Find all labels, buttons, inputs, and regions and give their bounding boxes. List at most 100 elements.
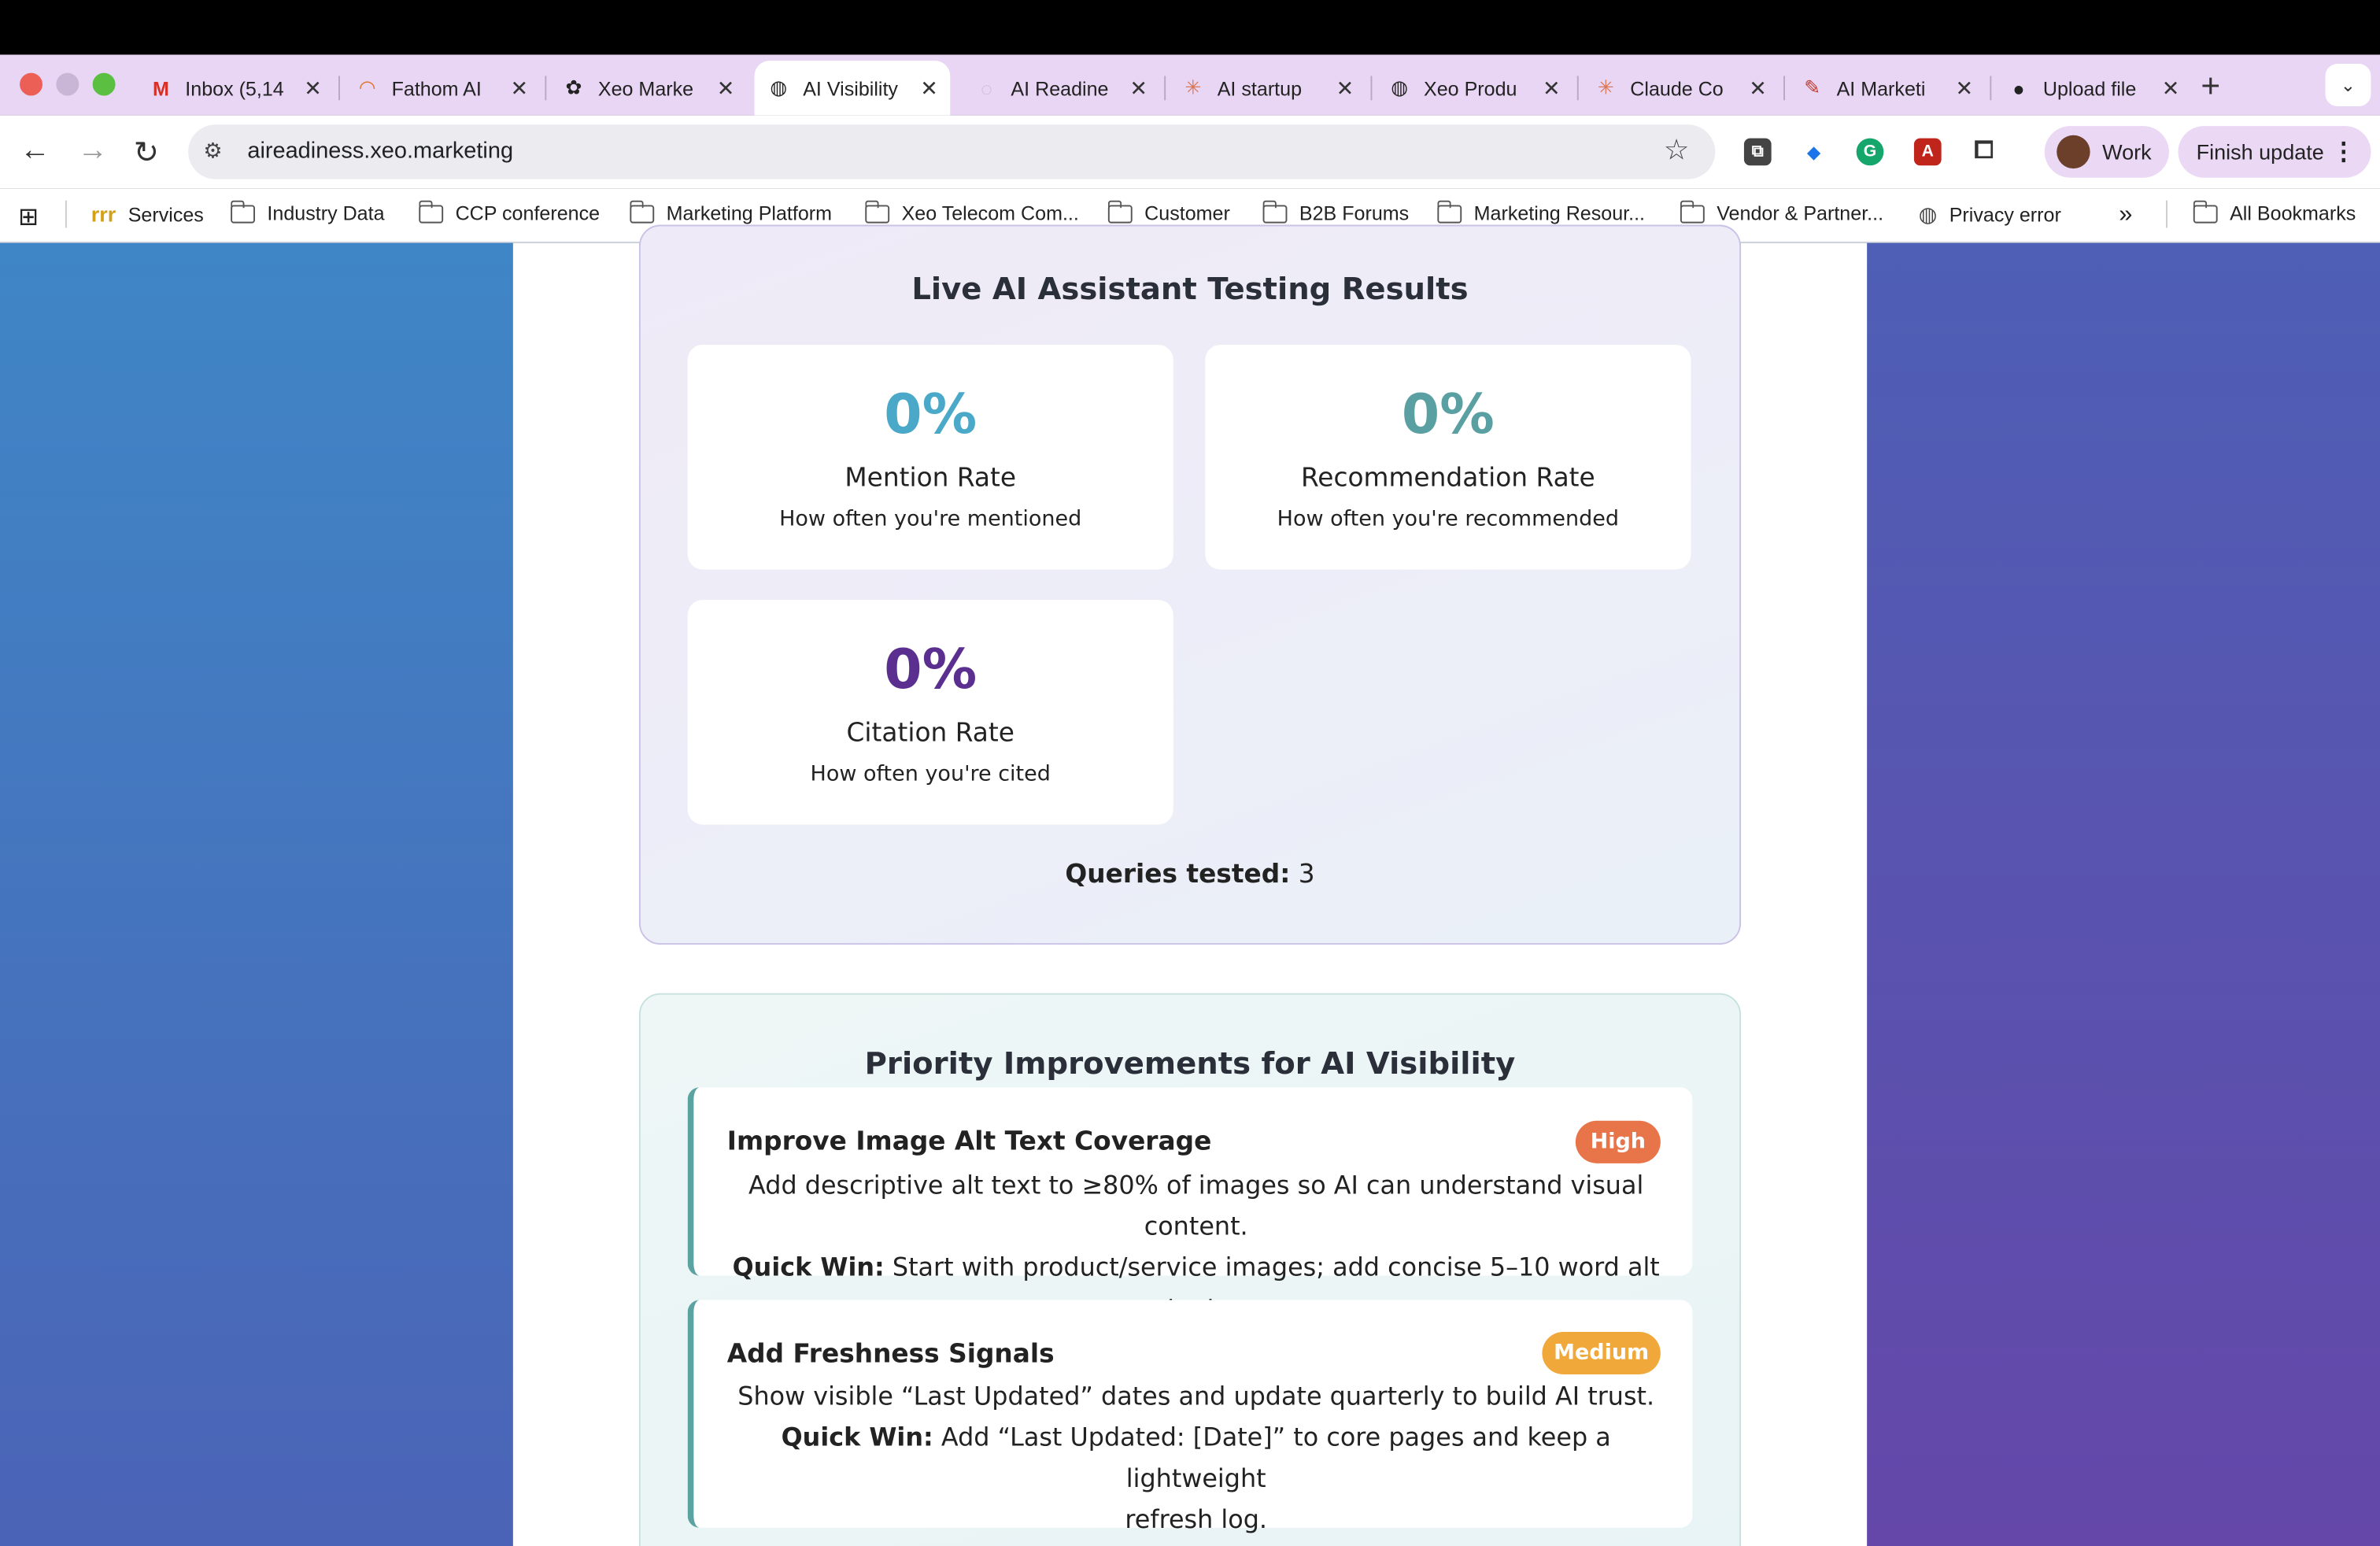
profile-button[interactable]: Work: [2044, 126, 2169, 178]
bookmarks-divider: [65, 200, 67, 228]
all-bookmarks-button[interactable]: All Bookmarks: [2192, 199, 2356, 225]
quick-win-text: Add “Last Updated: [Date]” to core pages…: [941, 1422, 1611, 1493]
close-tab-icon[interactable]: ✕: [1129, 75, 1148, 101]
priority-badge-high: High: [1575, 1120, 1661, 1163]
mention-rate-label: Mention Rate: [844, 463, 1017, 494]
improvement-description: Show visible “Last Updated” dates and up…: [730, 1376, 1662, 1540]
forward-button[interactable]: →: [77, 134, 108, 168]
folder-icon: [864, 199, 890, 223]
bookmark-services[interactable]: rrr Services: [91, 202, 204, 227]
globe-icon: ◍: [1918, 202, 1938, 227]
tab-separator: [545, 76, 547, 101]
close-tab-icon[interactable]: ✕: [511, 75, 529, 101]
recommendation-rate-label: Recommendation Rate: [1300, 463, 1595, 494]
tab-search-button[interactable]: ⌄: [2325, 64, 2371, 107]
improvement-item-freshness: Add Freshness Signals Medium Show visibl…: [687, 1300, 1693, 1534]
recommendation-rate-value: 0%: [1401, 384, 1495, 447]
close-tab-icon[interactable]: ✕: [1336, 75, 1354, 101]
improvement-item-alt-text: Improve Image Alt Text Coverage High Add…: [687, 1087, 1693, 1322]
back-button[interactable]: ←: [20, 134, 50, 168]
loading-icon: ◌: [981, 76, 993, 100]
close-tab-icon[interactable]: ✕: [1956, 75, 1974, 101]
recommendation-rate-card: 0% Recommendation Rate How often you're …: [1205, 344, 1691, 570]
url-text[interactable]: aireadiness.xeo.marketing: [247, 139, 513, 165]
tab-gmail[interactable]: M Inbox (5,14 ✕: [137, 64, 334, 113]
apps-grid-icon[interactable]: ⊞: [18, 202, 39, 233]
grammarly-icon[interactable]: G: [1856, 138, 1884, 166]
quick-win-label: Quick Win:: [732, 1252, 885, 1282]
tab-separator: [1164, 76, 1166, 101]
openai-icon: ✿: [565, 76, 582, 99]
site-info-icon[interactable]: ⚙: [203, 139, 222, 165]
tab-separator: [1370, 76, 1373, 101]
citation-rate-description: How often you're cited: [810, 762, 1051, 787]
claude-icon: ✳: [1184, 76, 1202, 99]
reload-button[interactable]: ↻: [134, 134, 159, 172]
pdf-icon[interactable]: A: [1913, 138, 1942, 166]
tab-fathom[interactable]: ◠ Fathom AI ✕: [343, 64, 541, 113]
more-menu-icon[interactable]: ⋮: [2331, 137, 2356, 168]
new-tab-button[interactable]: +: [2201, 67, 2220, 106]
tab-ai-visibility[interactable]: ◍ AI Visibility ✕: [754, 61, 951, 116]
tab-claude-code[interactable]: ✳ Claude Co ✕: [1582, 64, 1779, 113]
bookmark-folder-marketing-platform[interactable]: Marketing Platform: [629, 199, 832, 225]
folder-icon: [230, 199, 255, 223]
minimize-window-button[interactable]: [56, 72, 79, 96]
mention-rate-card: 0% Mention Rate How often you're mention…: [687, 344, 1173, 570]
close-tab-icon[interactable]: ✕: [304, 75, 322, 101]
close-tab-icon[interactable]: ✕: [1543, 75, 1561, 101]
bookmark-folder-xeo-telecom[interactable]: Xeo Telecom Com...: [864, 199, 1079, 225]
citation-rate-label: Citation Rate: [846, 718, 1014, 749]
chevron-down-icon: ⌄: [2340, 74, 2356, 96]
bookmarks-overflow-button[interactable]: »: [2119, 202, 2132, 230]
improvement-title: Improve Image Alt Text Coverage: [726, 1126, 1212, 1158]
menu-bar: [0, 0, 2380, 55]
page-background-right: [1867, 242, 2380, 1546]
maximize-window-button[interactable]: [92, 72, 116, 96]
quick-win-label: Quick Win:: [781, 1422, 933, 1452]
tab-ai-startup[interactable]: ✳ AI startup ✕: [1169, 64, 1366, 113]
finish-update-button[interactable]: Finish update ⋮: [2178, 126, 2371, 178]
folder-icon: [2192, 199, 2218, 223]
tab-ai-marketing[interactable]: ✎ AI Marketi ✕: [1788, 64, 1986, 113]
bookmark-folder-vendor-partner[interactable]: Vendor & Partner...: [1679, 199, 1883, 225]
folder-icon: [1679, 199, 1705, 223]
extension-tag-icon[interactable]: ◆: [1800, 138, 1828, 166]
close-tab-icon[interactable]: ✕: [717, 75, 735, 101]
tab-separator: [1576, 76, 1579, 101]
bookmark-star-icon[interactable]: ☆: [1664, 134, 1690, 168]
folder-icon: [1262, 199, 1288, 223]
tab-upload-file[interactable]: ● Upload file ✕: [1994, 64, 2192, 113]
fathom-icon: ◠: [358, 76, 376, 99]
close-tab-icon[interactable]: ✕: [2162, 75, 2180, 101]
priority-improvements-title: Priority Improvements for AI Visibility: [864, 1045, 1516, 1082]
extensions-puzzle-icon[interactable]: ⧠: [1970, 138, 1998, 166]
mention-rate-description: How often you're mentioned: [779, 507, 1082, 532]
tab-separator: [1783, 76, 1785, 101]
tab-ai-readiness[interactable]: ◌ AI Readine ✕: [963, 64, 1160, 113]
bookmark-folder-b2b-forums[interactable]: B2B Forums: [1262, 199, 1409, 225]
page-background-left: [0, 242, 513, 1546]
bookmark-folder-marketing-resources[interactable]: Marketing Resour...: [1436, 199, 1645, 225]
bookmark-folder-ccp-conference[interactable]: CCP conference: [418, 199, 600, 225]
recommendation-rate-description: How often you're recommended: [1277, 507, 1620, 532]
claude-icon: ✳: [1597, 76, 1614, 99]
tab-xeo-product[interactable]: ◍ Xeo Produ ✕: [1375, 64, 1572, 113]
tab-xeo-marketing[interactable]: ✿ Xeo Marke ✕: [549, 64, 747, 113]
queries-tested: Queries tested: 3: [639, 860, 1741, 890]
queries-tested-label: Queries tested:: [1065, 859, 1291, 890]
bookmark-privacy-error[interactable]: ◍ Privacy error: [1919, 202, 2061, 228]
ai-marketing-icon: ✎: [1804, 76, 1821, 99]
queries-tested-value: 3: [1298, 859, 1315, 890]
priority-badge-medium: Medium: [1542, 1331, 1661, 1374]
bookmark-folder-industry-data[interactable]: Industry Data: [230, 199, 385, 225]
folder-icon: [1107, 199, 1133, 223]
close-window-button[interactable]: [20, 72, 42, 96]
citation-rate-value: 0%: [884, 639, 978, 702]
close-tab-icon[interactable]: ✕: [920, 75, 938, 101]
quick-win-text-continued: refresh log.: [1125, 1504, 1268, 1534]
globe-icon: ◍: [1391, 76, 1409, 99]
close-tab-icon[interactable]: ✕: [1749, 75, 1767, 101]
bookmark-folder-customer[interactable]: Customer: [1107, 199, 1230, 225]
extension-icon[interactable]: ⧉: [1743, 138, 1772, 166]
